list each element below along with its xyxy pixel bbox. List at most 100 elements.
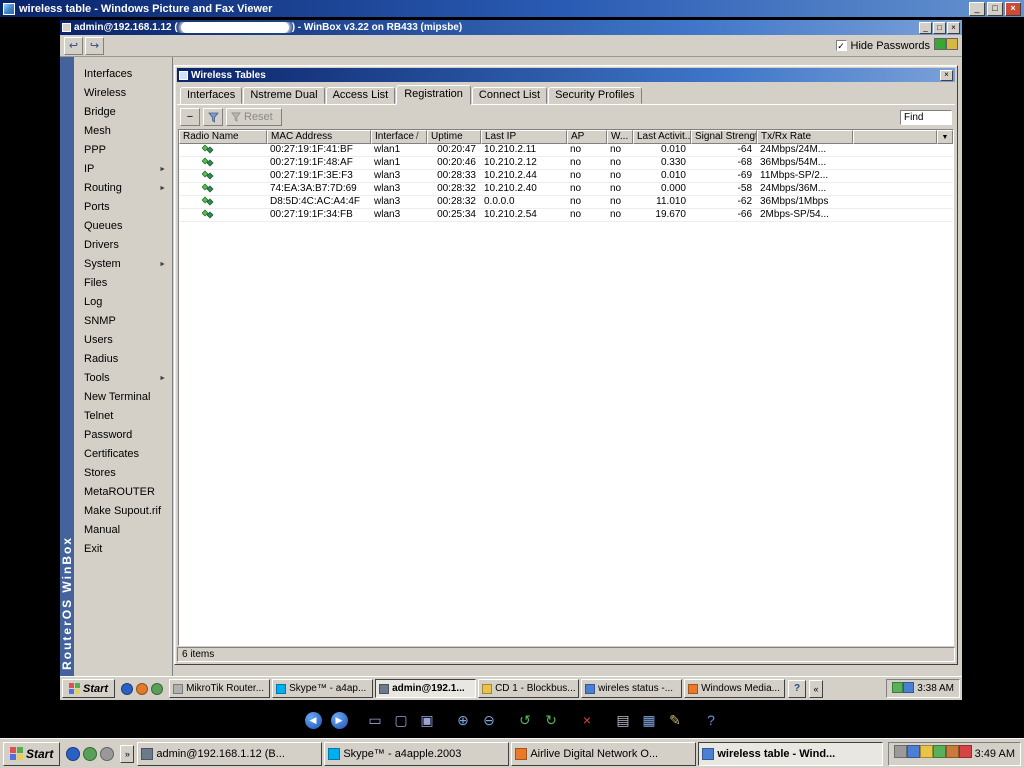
find-input[interactable]: Find xyxy=(900,109,952,125)
chevron-left-icon[interactable]: « xyxy=(809,679,824,698)
start-button[interactable]: Start xyxy=(62,679,116,698)
quicklaunch-icon[interactable] xyxy=(151,682,164,695)
sidebar-item-queues[interactable]: Queues xyxy=(74,217,172,236)
maximize-button[interactable]: □ xyxy=(933,21,946,34)
table-row[interactable]: 74:EA:3A:B7:7D:69 wlan3 00:28:32 10.210.… xyxy=(179,183,953,196)
sidebar-item-drivers[interactable]: Drivers xyxy=(74,236,172,255)
tray-icon[interactable] xyxy=(903,681,915,693)
tab-interfaces[interactable]: Interfaces xyxy=(180,87,243,104)
sidebar-item-wireless[interactable]: Wireless xyxy=(74,84,172,103)
sidebar-item-ports[interactable]: Ports xyxy=(74,198,172,217)
column-header-uptime[interactable]: Uptime xyxy=(427,130,481,144)
reset-button[interactable]: Reset xyxy=(226,108,282,126)
rotate-clockwise-button[interactable]: ↻ xyxy=(541,710,561,730)
column-header-wds[interactable]: W... xyxy=(607,130,633,144)
table-row[interactable]: 00:27:19:1F:48:AF wlan1 00:20:46 10.210.… xyxy=(179,157,953,170)
best-fit-button[interactable]: ▭ xyxy=(365,710,385,730)
table-row[interactable]: 00:27:19:1F:3E:F3 wlan3 00:28:33 10.210.… xyxy=(179,170,953,183)
redo-button[interactable]: ↪ xyxy=(85,36,104,55)
column-header-radio-name[interactable]: Radio Name xyxy=(179,130,267,144)
sidebar-item-files[interactable]: Files xyxy=(74,274,172,293)
task-button-admin[interactable]: admin@192.1... xyxy=(375,679,477,698)
column-header-last-activity[interactable]: Last Activit... xyxy=(633,130,691,144)
chevron-right-icon[interactable]: » xyxy=(120,744,135,763)
sidebar-item-certificates[interactable]: Certificates xyxy=(74,445,172,464)
save-button[interactable]: ▦ xyxy=(639,710,659,730)
sidebar-item-mesh[interactable]: Mesh xyxy=(74,122,172,141)
task-button-cd1[interactable]: CD 1 - Blockbus... xyxy=(478,679,580,698)
actual-size-button[interactable]: ▢ xyxy=(391,710,411,730)
filter-button[interactable] xyxy=(203,108,223,126)
next-image-button[interactable]: ▶ xyxy=(329,710,349,730)
tray-icon[interactable] xyxy=(958,744,972,758)
tab-connect-list[interactable]: Connect List xyxy=(471,87,548,104)
quicklaunch-icon[interactable] xyxy=(66,746,81,761)
quicklaunch-icon[interactable] xyxy=(100,746,115,761)
sidebar-item-password[interactable]: Password xyxy=(74,426,172,445)
print-button[interactable]: ▤ xyxy=(613,710,633,730)
column-header-ap[interactable]: AP xyxy=(567,130,607,144)
sidebar-item-interfaces[interactable]: Interfaces xyxy=(74,65,172,84)
sidebar-item-radius[interactable]: Radius xyxy=(74,350,172,369)
table-row[interactable]: D8:5D:4C:AC:A4:4F wlan3 00:28:32 0.0.0.0… xyxy=(179,196,953,209)
sidebar-item-snmp[interactable]: SNMP xyxy=(74,312,172,331)
quicklaunch-icon[interactable] xyxy=(121,682,134,695)
task-button-admin[interactable]: admin@192.168.1.12 (B... xyxy=(137,741,323,766)
task-button-airlive[interactable]: Airlive Digital Network O... xyxy=(511,741,697,766)
minimize-button[interactable]: _ xyxy=(919,21,932,34)
start-button[interactable]: Start xyxy=(3,741,61,766)
edit-button[interactable]: ✎ xyxy=(665,710,685,730)
task-button-skype[interactable]: Skype™ - a4ap... xyxy=(272,679,374,698)
tab-access-list[interactable]: Access List xyxy=(325,87,396,104)
sidebar-item-ip[interactable]: IP ► xyxy=(74,160,172,179)
close-button[interactable]: × xyxy=(1005,1,1021,16)
table-row[interactable]: 00:27:19:1F:34:FB wlan3 00:25:34 10.210.… xyxy=(179,209,953,222)
sidebar-item-tools[interactable]: Tools ► xyxy=(74,369,172,388)
tray-icon[interactable] xyxy=(906,744,920,758)
sidebar-item-exit[interactable]: Exit xyxy=(74,540,172,559)
slideshow-button[interactable]: ▣ xyxy=(417,710,437,730)
minimize-button[interactable]: _ xyxy=(969,1,985,16)
quicklaunch-icon[interactable] xyxy=(136,682,149,695)
column-header-mac-address[interactable]: MAC Address xyxy=(267,130,371,144)
tray-icon[interactable] xyxy=(892,681,904,693)
quicklaunch-icon[interactable] xyxy=(83,746,98,761)
sidebar-item-make-supout[interactable]: Make Supout.rif xyxy=(74,502,172,521)
hide-passwords-checkbox[interactable]: ✓ xyxy=(835,40,847,51)
sidebar-item-users[interactable]: Users xyxy=(74,331,172,350)
task-button-windows-media[interactable]: Windows Media... xyxy=(684,679,786,698)
tray-icon[interactable] xyxy=(932,744,946,758)
sidebar-item-metarouter[interactable]: MetaROUTER xyxy=(74,483,172,502)
rotate-counterclockwise-button[interactable]: ↺ xyxy=(515,710,535,730)
remove-entry-button[interactable]: − xyxy=(180,108,200,126)
sidebar-item-manual[interactable]: Manual xyxy=(74,521,172,540)
undo-button[interactable]: ↩ xyxy=(64,36,83,55)
sidebar-item-bridge[interactable]: Bridge xyxy=(74,103,172,122)
delete-button[interactable]: × xyxy=(577,710,597,730)
tab-security-profiles[interactable]: Security Profiles xyxy=(548,87,642,104)
column-header-tx-rx-rate[interactable]: Tx/Rx Rate xyxy=(757,130,853,144)
task-button-wireles-status[interactable]: wireles status -... xyxy=(581,679,683,698)
wireless-tables-titlebar[interactable]: Wireless Tables × xyxy=(177,68,955,82)
task-button-skype[interactable]: Skype™ - a4apple.2003 xyxy=(324,741,510,766)
close-icon[interactable]: × xyxy=(940,69,953,81)
tray-icon[interactable] xyxy=(893,744,907,758)
task-button-mikrotik-router[interactable]: MikroTik Router... xyxy=(169,679,271,698)
tab-registration[interactable]: Registration xyxy=(396,85,471,105)
sidebar-item-log[interactable]: Log xyxy=(74,293,172,312)
zoom-in-button[interactable]: ⊕ xyxy=(453,710,473,730)
sidebar-item-stores[interactable]: Stores xyxy=(74,464,172,483)
sidebar-item-telnet[interactable]: Telnet xyxy=(74,407,172,426)
tab-nstreme-dual[interactable]: Nstreme Dual xyxy=(243,87,325,104)
tray-icon[interactable] xyxy=(919,744,933,758)
column-header-interface[interactable]: Interface / xyxy=(371,130,427,144)
sidebar-item-new-terminal[interactable]: New Terminal xyxy=(74,388,172,407)
close-button[interactable]: × xyxy=(947,21,960,34)
zoom-out-button[interactable]: ⊖ xyxy=(479,710,499,730)
maximize-button[interactable]: □ xyxy=(987,1,1003,16)
sidebar-item-routing[interactable]: Routing ► xyxy=(74,179,172,198)
previous-image-button[interactable]: ◀ xyxy=(303,710,323,730)
task-button-wireless-table[interactable]: wireless table - Wind... xyxy=(698,741,884,766)
tray-icon[interactable] xyxy=(945,744,959,758)
column-header-last-ip[interactable]: Last IP xyxy=(481,130,567,144)
